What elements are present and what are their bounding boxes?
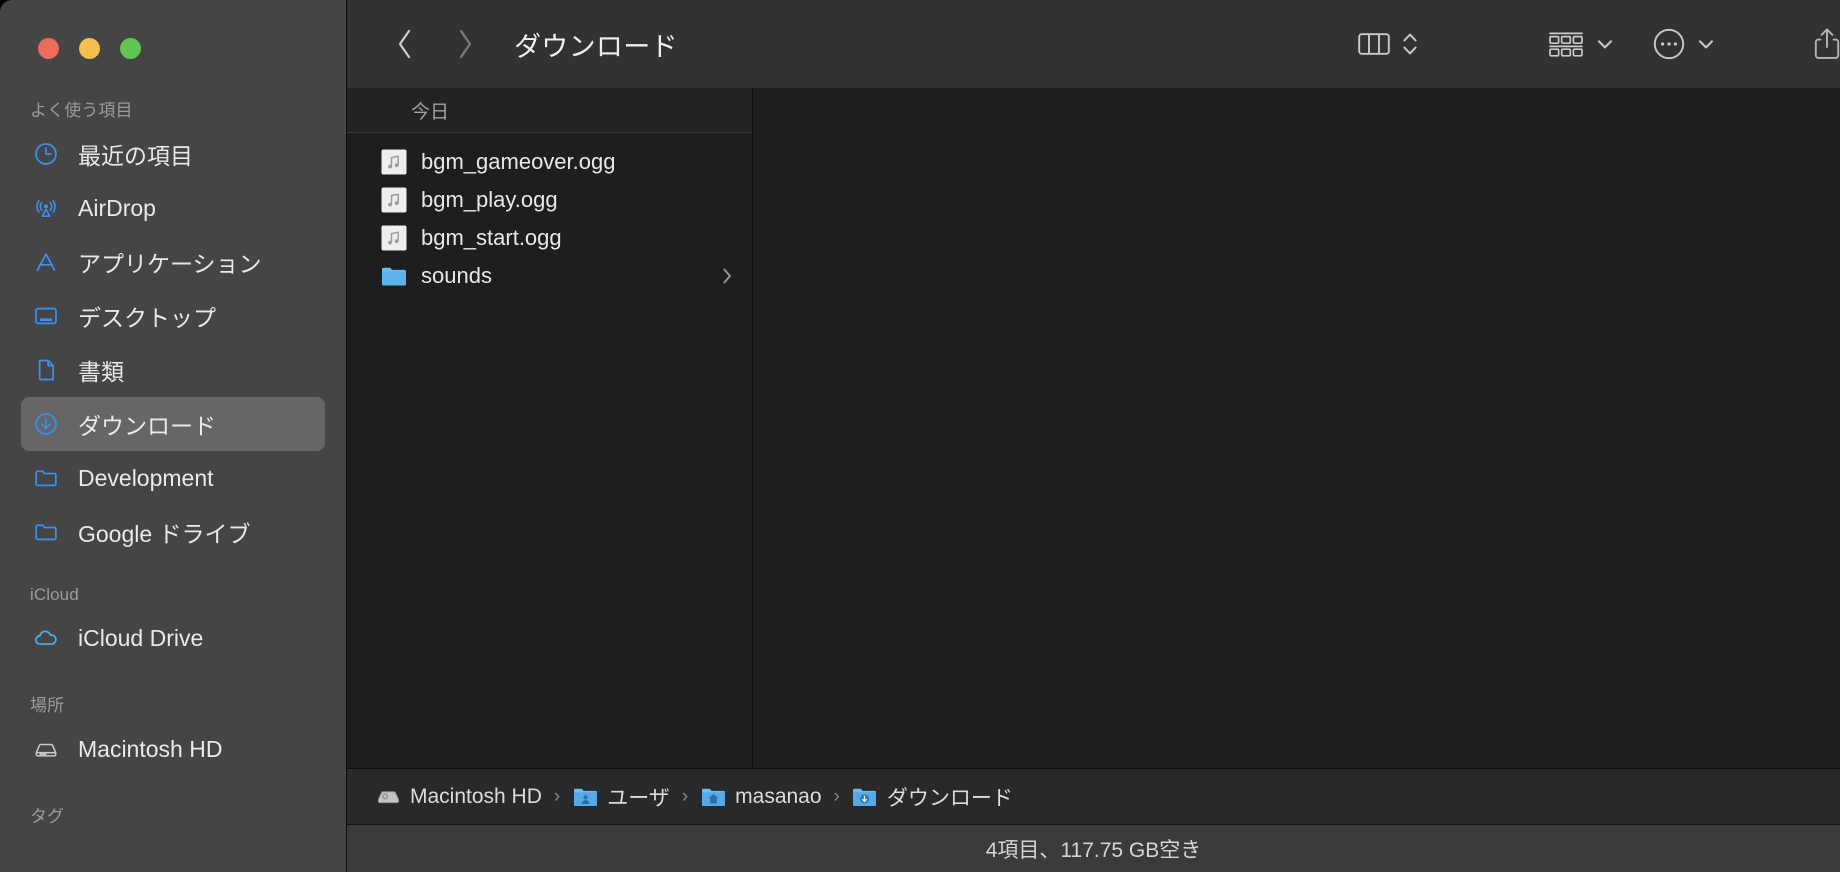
breadcrumb-label: ユーザ	[607, 786, 670, 810]
sidebar: よく使う項目 最近の項目 AirDrop アプリケーション デスクトップ 書類 …	[0, 0, 346, 872]
sidebar-group-title: よく使う項目	[30, 101, 133, 120]
downloads-folder-icon	[852, 784, 878, 810]
sidebar-item-label: デスクトップ	[78, 305, 216, 331]
audio-file-icon	[381, 225, 407, 251]
breadcrumb-item-macintosh-hd[interactable]: Macintosh HD	[375, 784, 542, 810]
minimize-button[interactable]	[79, 38, 100, 59]
file-name: bgm_gameover.ogg	[421, 149, 616, 174]
maximize-button[interactable]	[120, 38, 141, 59]
list-item[interactable]: bgm_gameover.ogg	[347, 143, 752, 181]
breadcrumb-separator: ›	[681, 785, 689, 807]
sidebar-item-label: アプリケーション	[78, 251, 262, 277]
close-button[interactable]	[38, 38, 59, 59]
cloud-icon	[31, 623, 61, 653]
sidebar-item-airdrop[interactable]: AirDrop	[21, 181, 325, 235]
sidebar-item-applications[interactable]: アプリケーション	[21, 235, 325, 289]
sidebar-item-recents[interactable]: 最近の項目	[21, 127, 325, 181]
breadcrumb-item-downloads[interactable]: ダウンロード	[852, 782, 1013, 812]
finder-window: よく使う項目 最近の項目 AirDrop アプリケーション デスクトップ 書類 …	[0, 0, 1840, 872]
sidebar-item-desktop[interactable]: デスクトップ	[21, 289, 325, 343]
breadcrumb-label: ダウンロード	[886, 786, 1013, 810]
applications-icon	[31, 247, 61, 277]
folder-icon	[381, 263, 407, 289]
traffic-lights	[38, 38, 141, 59]
group-by-controls	[1547, 0, 1615, 88]
column-view-icon[interactable]	[1357, 29, 1391, 59]
file-name: bgm_start.ogg	[421, 225, 562, 250]
sidebar-item-downloads[interactable]: ダウンロード	[21, 397, 325, 451]
sidebar-item-icloud-drive[interactable]: iCloud Drive	[21, 611, 325, 665]
forward-button[interactable]	[445, 24, 485, 64]
harddisk-icon	[31, 734, 61, 764]
users-folder-icon	[572, 784, 598, 810]
share-icon[interactable]	[1812, 26, 1840, 62]
toolbar: ダウンロード	[347, 0, 1840, 88]
window-title: ダウンロード	[514, 31, 678, 62]
home-folder-icon	[700, 784, 726, 810]
list-item[interactable]: bgm_start.ogg	[347, 219, 752, 257]
share-control	[1812, 0, 1840, 88]
list-item[interactable]: bgm_play.ogg	[347, 181, 752, 219]
breadcrumb-item-users[interactable]: ユーザ	[572, 782, 670, 812]
harddisk-icon	[375, 784, 401, 810]
folder-icon	[31, 463, 61, 493]
column-group-header: 今日	[347, 88, 752, 133]
sidebar-group-tags: タグ	[0, 802, 346, 827]
sidebar-item-label: 最近の項目	[78, 143, 193, 169]
folder-icon	[31, 517, 61, 547]
sidebar-item-google-drive[interactable]: Google ドライブ	[21, 505, 325, 559]
list-item[interactable]: sounds	[347, 257, 752, 295]
sidebar-item-label: Macintosh HD	[78, 735, 223, 762]
breadcrumb-separator: ›	[553, 785, 561, 807]
chevron-right-icon	[720, 265, 734, 287]
file-name: bgm_play.ogg	[421, 187, 558, 212]
sidebar-item-label: iCloud Drive	[78, 624, 204, 651]
sidebar-group-title: iCloud	[30, 585, 79, 604]
audio-file-icon	[381, 187, 407, 213]
chevron-up-down-icon[interactable]	[1401, 28, 1419, 60]
column-primary: 今日 bgm_gameover.ogg bgm_play.ogg bgm_sta…	[347, 88, 753, 768]
sidebar-item-documents[interactable]: 書類	[21, 343, 325, 397]
file-list: bgm_gameover.ogg bgm_play.ogg bgm_start.…	[347, 133, 752, 768]
sidebar-item-label: Development	[78, 464, 214, 491]
breadcrumb-item-masanao[interactable]: masanao	[700, 784, 822, 810]
sidebar-item-development[interactable]: Development	[21, 451, 325, 505]
sidebar-item-macintosh-hd[interactable]: Macintosh HD	[21, 722, 325, 776]
view-controls	[1357, 0, 1419, 88]
desktop-icon	[31, 301, 61, 331]
sidebar-item-label: Google ドライブ	[78, 521, 251, 547]
sidebar-item-label: 書類	[78, 359, 124, 385]
sidebar-item-label: ダウンロード	[78, 413, 216, 439]
sidebar-group-title: 場所	[30, 696, 65, 715]
breadcrumb-label: masanao	[735, 784, 822, 808]
sidebar-group-title: タグ	[30, 807, 65, 826]
breadcrumb-label: Macintosh HD	[410, 784, 542, 808]
breadcrumb-separator: ›	[833, 785, 840, 807]
back-button[interactable]	[385, 24, 425, 64]
audio-file-icon	[381, 149, 407, 175]
status-text: 4項目、117.75 GB空き	[985, 838, 1202, 862]
sidebar-group-icloud: iCloud iCloud Drive	[0, 585, 346, 665]
path-bar: Macintosh HD › ユーザ › masanao › ダウンロード	[347, 769, 1840, 825]
main-pane: ダウンロード 今日 bgm_gameover.ogg bgm_play.ogg …	[346, 0, 1840, 872]
sidebar-group-locations: 場所 Macintosh HD	[0, 691, 346, 776]
ellipsis-circle-icon[interactable]	[1652, 27, 1686, 61]
sidebar-group-favorites: よく使う項目 最近の項目 AirDrop アプリケーション デスクトップ 書類 …	[0, 96, 346, 559]
more-actions-controls	[1652, 0, 1716, 88]
sidebar-item-label: AirDrop	[78, 194, 156, 221]
group-grid-icon[interactable]	[1547, 29, 1585, 59]
chevron-down-icon[interactable]	[1696, 34, 1716, 54]
sidebar-scroll-area[interactable]: よく使う項目 最近の項目 AirDrop アプリケーション デスクトップ 書類 …	[0, 96, 346, 872]
airdrop-icon	[31, 193, 61, 223]
clock-icon	[31, 139, 61, 169]
downloads-icon	[31, 409, 61, 439]
column-preview[interactable]	[753, 88, 1840, 768]
document-icon	[31, 355, 61, 385]
file-name: sounds	[421, 263, 492, 288]
chevron-down-icon[interactable]	[1595, 34, 1615, 54]
column-browser: 今日 bgm_gameover.ogg bgm_play.ogg bgm_sta…	[347, 88, 1840, 769]
status-bar: 4項目、117.75 GB空き	[347, 825, 1840, 872]
